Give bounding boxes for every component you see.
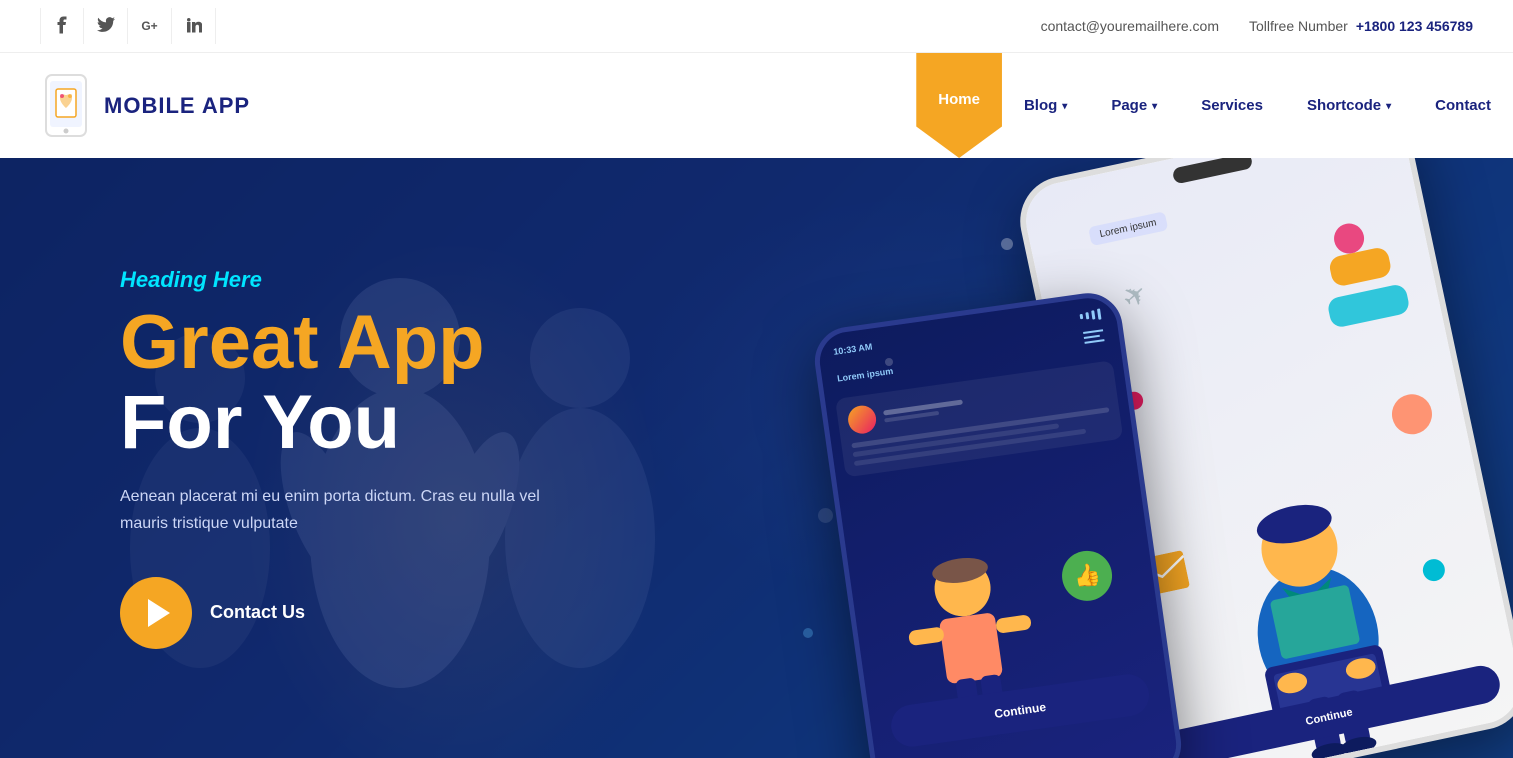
contact-info: contact@youremailhere.com Tollfree Numbe…	[1041, 18, 1473, 34]
googleplus-icon: G+	[141, 19, 157, 33]
signal-bar-1	[1080, 314, 1084, 319]
logo-area: MOBILE APP	[0, 53, 290, 158]
status-icons	[1079, 308, 1101, 322]
social-links: G+	[40, 8, 216, 44]
hero-cta: Contact Us	[120, 577, 580, 649]
chevron-down-icon: ▾	[1062, 101, 1067, 112]
logo-icon	[40, 73, 92, 138]
chevron-down-icon: ▾	[1386, 101, 1391, 112]
twitter-link[interactable]	[84, 8, 128, 44]
tollfree-label: Tollfree Number	[1249, 18, 1348, 34]
nav-contact[interactable]: Contact	[1413, 53, 1513, 158]
signal-bar-2	[1085, 312, 1089, 319]
header: MOBILE APP Home Blog ▾ Page ▾ Services S…	[0, 53, 1513, 158]
play-button[interactable]	[120, 577, 192, 649]
hero-content: Heading Here Great App For You Aenean pl…	[0, 187, 700, 729]
email-address: contact@youremailhere.com	[1041, 18, 1219, 34]
signal-bar-3	[1091, 310, 1095, 319]
nav-blog[interactable]: Blog ▾	[1002, 53, 1089, 158]
star-dot-1	[1001, 238, 1013, 250]
hero-subheading: Heading Here	[120, 267, 580, 293]
twitter-icon	[97, 17, 115, 35]
nav-services[interactable]: Services	[1179, 53, 1285, 158]
star-dot-2	[885, 358, 893, 366]
facebook-link[interactable]	[40, 8, 84, 44]
hero-subtext: Aenean placerat mi eu enim porta dictum.…	[120, 483, 580, 537]
hero-heading-line2: For You	[120, 383, 580, 463]
lorem-badge: Lorem ipsum	[1088, 211, 1168, 246]
logo-text: MOBILE APP	[104, 93, 250, 119]
tollfree-number: +1800 123 456789	[1356, 18, 1473, 34]
chat-bubble-1	[1328, 246, 1393, 288]
star-dot-3	[818, 508, 833, 523]
nav-home[interactable]: Home	[916, 53, 1002, 158]
cta-label: Contact Us	[210, 602, 305, 623]
linkedin-icon	[186, 17, 202, 36]
linkedin-link[interactable]	[172, 8, 216, 44]
facebook-icon	[57, 16, 67, 37]
topbar: G+ contact@youremailhere.com Tollfree Nu…	[0, 0, 1513, 53]
phone-mockups: Lorem ipsum ✈	[673, 158, 1513, 758]
hero-heading-line1: Great App	[120, 303, 580, 383]
nav-shortcode[interactable]: Shortcode ▾	[1285, 53, 1413, 158]
play-triangle-icon	[148, 599, 170, 627]
phone-notch	[1172, 158, 1254, 185]
main-nav: Home Blog ▾ Page ▾ Services Shortcode ▾ …	[916, 53, 1513, 158]
chevron-down-icon: ▾	[1152, 101, 1157, 112]
nav-page[interactable]: Page ▾	[1089, 53, 1179, 158]
chat-bubble-2	[1326, 283, 1410, 329]
phone-lorem-label: Lorem ipsum	[836, 366, 893, 384]
plane-icon: ✈	[1115, 276, 1155, 316]
status-bar: 10:33 AM	[833, 308, 1102, 356]
tollfree-info: Tollfree Number +1800 123 456789	[1249, 18, 1473, 34]
hero-section: Heading Here Great App For You Aenean pl…	[0, 158, 1513, 758]
phone-small-screen: 10:33 AM Lorem ipsum	[816, 294, 1180, 758]
hamburger-icon	[1083, 326, 1105, 347]
star-dot-4	[803, 628, 813, 638]
googleplus-link[interactable]: G+	[128, 8, 172, 44]
avatar	[846, 404, 878, 436]
signal-bar-4	[1097, 308, 1102, 319]
status-time: 10:33 AM	[833, 341, 873, 356]
